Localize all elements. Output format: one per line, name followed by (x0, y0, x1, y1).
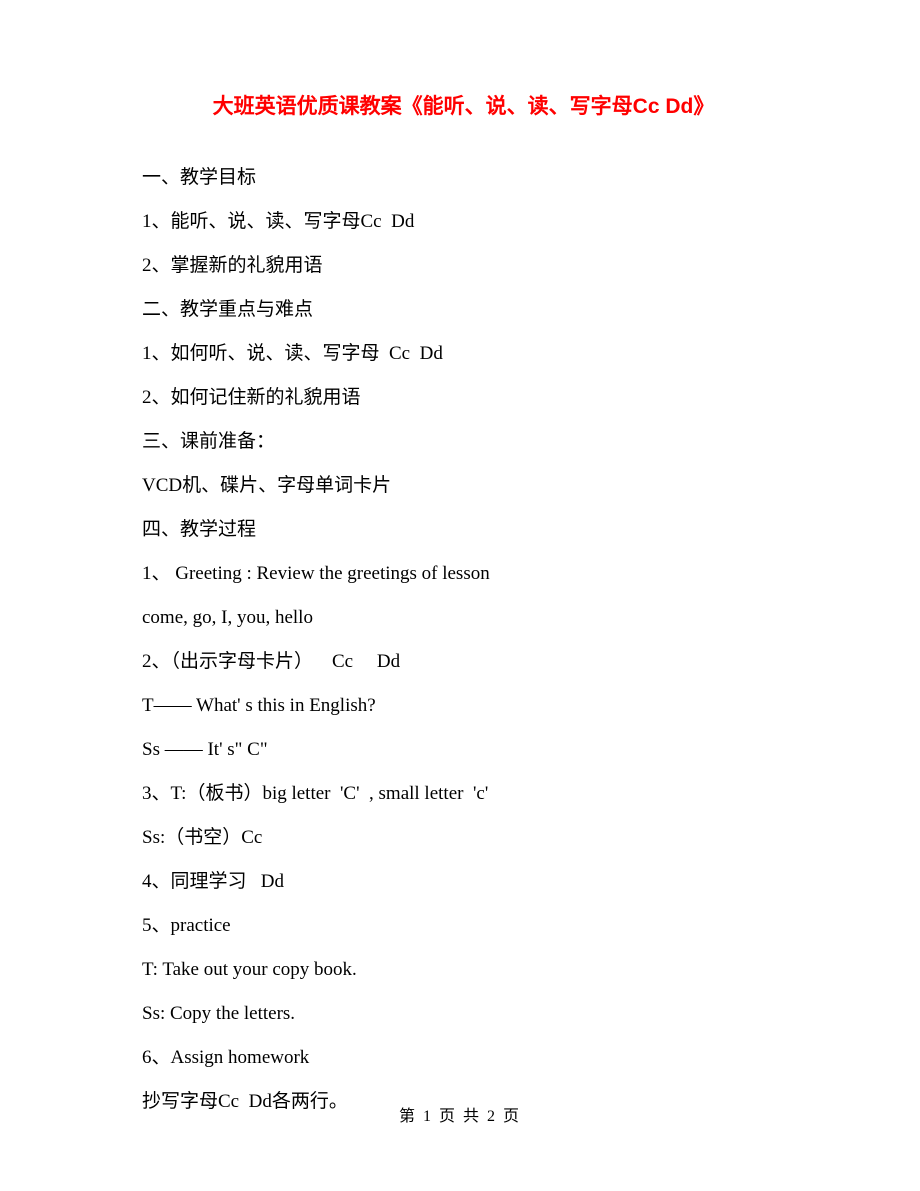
process-step: 2、（出示字母卡片） Cc Dd (142, 640, 785, 684)
process-step: 1、 Greeting : Review the greetings of le… (142, 552, 785, 596)
process-step: 6、Assign homework (142, 1036, 785, 1080)
process-step: Ss: Copy the letters. (142, 992, 785, 1036)
preparation-item: VCD机、碟片、字母单词卡片 (142, 464, 785, 508)
process-step: 3、T:（板书）big letter 'C' , small letter 'c… (142, 772, 785, 816)
section-heading-preparation: 三、课前准备： (142, 420, 785, 464)
document-title: 大班英语优质课教案《能听、说、读、写字母Cc Dd》 (142, 90, 785, 120)
section-heading-objectives: 一、教学目标 (142, 156, 785, 200)
page-container: 大班英语优质课教案《能听、说、读、写字母Cc Dd》 一、教学目标 1、能听、说… (0, 0, 920, 1124)
section-heading-focus: 二、教学重点与难点 (142, 288, 785, 332)
objective-item: 1、能听、说、读、写字母Cc Dd (142, 200, 785, 244)
focus-item: 1、如何听、说、读、写字母 Cc Dd (142, 332, 785, 376)
process-step: T: Take out your copy book. (142, 948, 785, 992)
focus-item: 2、如何记住新的礼貌用语 (142, 376, 785, 420)
process-step: T—— What' s this in English? (142, 684, 785, 728)
page-footer: 第 1 页 共 2 页 (0, 1102, 920, 1126)
objective-item: 2、掌握新的礼貌用语 (142, 244, 785, 288)
process-step: come, go, I, you, hello (142, 596, 785, 640)
process-step: 5、practice (142, 904, 785, 948)
section-heading-process: 四、教学过程 (142, 508, 785, 552)
process-step: 4、同理学习 Dd (142, 860, 785, 904)
process-step: Ss:（书空）Cc (142, 816, 785, 860)
process-step: Ss —— It' s" C" (142, 728, 785, 772)
